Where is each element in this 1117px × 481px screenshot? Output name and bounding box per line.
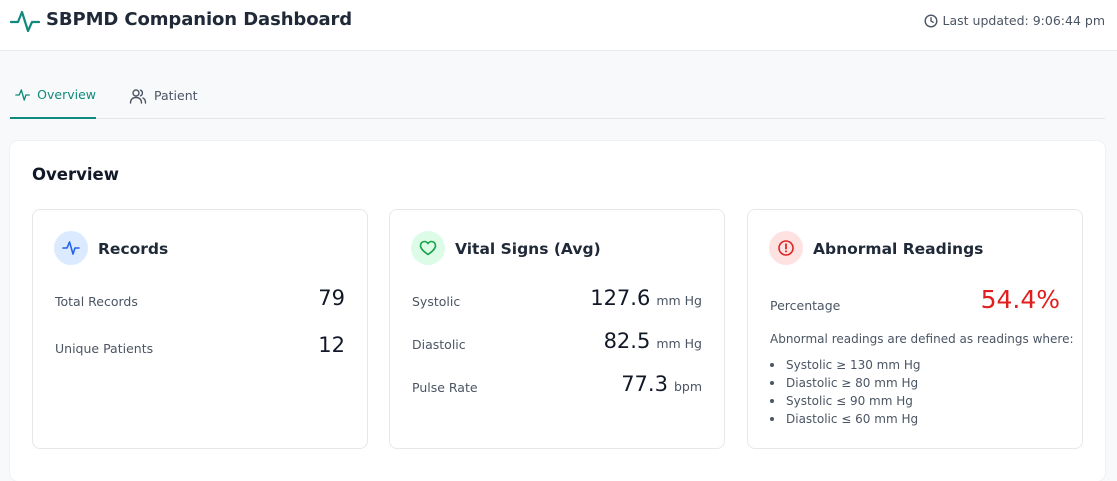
diastolic-number: 82.5 xyxy=(603,329,651,353)
systolic-unit: mm Hg xyxy=(656,293,702,308)
bullet xyxy=(770,363,774,367)
total-records-value: 79 xyxy=(318,286,345,310)
total-records-label: Total Records xyxy=(55,294,138,309)
last-updated-text: Last updated: 9:06:44 pm xyxy=(942,13,1105,28)
abnormal-title: Abnormal Readings xyxy=(813,240,984,258)
vitals-title: Vital Signs (Avg) xyxy=(455,240,601,258)
alert-circle-icon xyxy=(778,240,794,256)
panel-title: Overview xyxy=(32,165,119,184)
unique-patients-value: 12 xyxy=(318,333,345,357)
activity-icon xyxy=(62,241,80,255)
app-title: SBPMD Companion Dashboard xyxy=(46,9,353,30)
overview-panel: Overview Records Total Records 79 Unique… xyxy=(10,141,1105,481)
abnormal-definition: Abnormal readings are defined as reading… xyxy=(770,332,1074,346)
bullet xyxy=(770,399,774,403)
pulse-rate-label: Pulse Rate xyxy=(412,380,478,395)
total-records-number: 79 xyxy=(318,286,345,310)
abnormal-icon-badge xyxy=(769,231,803,265)
users-icon xyxy=(129,88,147,104)
activity-icon xyxy=(10,10,40,33)
list-item: Diastolic ≥ 80 mm Hg xyxy=(770,374,921,392)
records-card: Records Total Records 79 Unique Patients… xyxy=(32,209,368,449)
bullet xyxy=(770,417,774,421)
percentage-value: 54.4% xyxy=(981,285,1060,314)
criterion-text: Diastolic ≥ 80 mm Hg xyxy=(786,376,919,390)
tab-bar: Overview Patient xyxy=(10,72,1105,119)
systolic-value: 127.6 mm Hg xyxy=(590,286,702,310)
diastolic-unit: mm Hg xyxy=(656,336,702,351)
criterion-text: Systolic ≥ 130 mm Hg xyxy=(786,358,921,372)
unique-patients-label: Unique Patients xyxy=(55,341,154,356)
percentage-label: Percentage xyxy=(770,298,841,313)
abnormal-readings-card: Abnormal Readings Percentage 54.4% Abnor… xyxy=(747,209,1083,449)
diastolic-label: Diastolic xyxy=(412,337,466,352)
tab-overview-label: Overview xyxy=(37,87,96,102)
last-updated: Last updated: 9:06:44 pm xyxy=(924,13,1105,28)
list-item: Diastolic ≤ 60 mm Hg xyxy=(770,410,921,428)
records-icon-badge xyxy=(54,231,88,265)
pulse-rate-value: 77.3 bpm xyxy=(621,372,702,396)
diastolic-value: 82.5 mm Hg xyxy=(604,329,702,353)
activity-icon xyxy=(15,88,30,101)
pulse-rate-unit: bpm xyxy=(673,379,702,394)
records-title: Records xyxy=(98,240,169,258)
vitals-icon-badge xyxy=(411,231,445,265)
percentage-number: 54.4% xyxy=(980,285,1060,314)
pulse-rate-number: 77.3 xyxy=(621,372,668,396)
clock-icon xyxy=(924,13,938,28)
unique-patients-number: 12 xyxy=(318,333,345,357)
criteria-list: Systolic ≥ 130 mm Hg Diastolic ≥ 80 mm H… xyxy=(770,356,921,428)
list-item: Systolic ≥ 130 mm Hg xyxy=(770,356,921,374)
vital-signs-card: Vital Signs (Avg) Systolic 127.6 mm Hg D… xyxy=(389,209,725,449)
criterion-text: Diastolic ≤ 60 mm Hg xyxy=(786,412,919,426)
heart-icon xyxy=(419,240,437,256)
tab-overview[interactable]: Overview xyxy=(10,72,96,119)
systolic-label: Systolic xyxy=(412,294,461,309)
top-bar: SBPMD Companion Dashboard Last updated: … xyxy=(0,0,1117,51)
criterion-text: Systolic ≤ 90 mm Hg xyxy=(786,394,913,408)
list-item: Systolic ≤ 90 mm Hg xyxy=(770,392,921,410)
systolic-number: 127.6 xyxy=(590,286,651,310)
tab-patient[interactable]: Patient xyxy=(129,72,198,119)
bullet xyxy=(770,381,774,385)
tab-patient-label: Patient xyxy=(154,88,198,103)
